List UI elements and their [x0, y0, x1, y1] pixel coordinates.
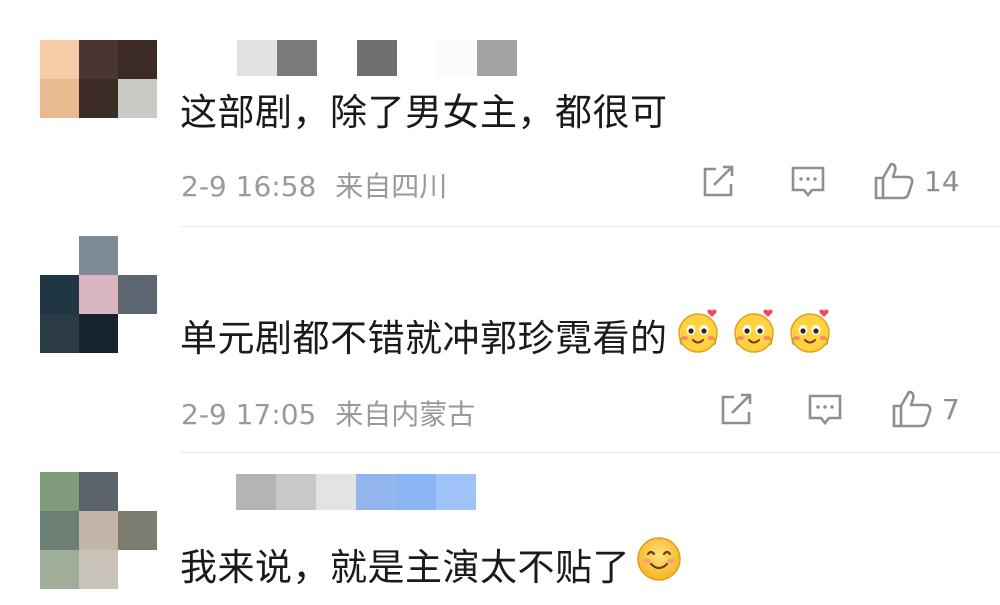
heart-eyes-emoji-icon	[786, 305, 836, 364]
comment-icon	[808, 394, 842, 426]
share-icon	[703, 165, 734, 197]
comment-text-body: 我来说，就是主演太不贴了	[180, 545, 630, 589]
username-blurred[interactable]	[197, 40, 517, 76]
username-mosaic-block	[477, 40, 517, 76]
avatar-pixel	[79, 118, 118, 157]
smile-emoji-icon	[636, 536, 682, 591]
avatar-pixel	[79, 511, 118, 550]
avatar-pixel	[118, 275, 157, 314]
avatar-pixel	[118, 79, 157, 118]
avatar-pixel	[40, 314, 79, 353]
avatar-pixel	[40, 236, 79, 275]
username-mosaic-block	[396, 474, 436, 510]
username-mosaic-block	[276, 474, 316, 510]
avatar-pixel	[79, 275, 118, 314]
heart-eyes-emoji-icon	[674, 305, 724, 364]
avatar-pixel	[118, 236, 157, 275]
avatar-pixel	[79, 472, 118, 511]
comment-meta: 2-9 16:58 来自四川	[181, 165, 447, 205]
comment-button[interactable]	[789, 163, 827, 201]
comment-text: 单元剧都不错就冲郭珍霓看的	[180, 305, 836, 364]
avatar-pixel	[40, 118, 79, 157]
avatar-pixel	[40, 472, 79, 511]
avatar-pixel	[79, 550, 118, 589]
share-button[interactable]	[718, 391, 756, 427]
avatar-pixel	[118, 118, 157, 157]
comment-date: 2-9 16:58	[181, 170, 317, 203]
thumbs-up-icon	[874, 162, 914, 200]
comment-icon	[791, 166, 825, 198]
avatar[interactable]	[40, 472, 157, 589]
comment-text-body: 单元剧都不错就冲郭珍霓看的	[180, 316, 668, 360]
comment-date: 2-9 17:05	[181, 398, 317, 431]
avatar-pixel	[40, 550, 79, 589]
thumbs-up-icon	[892, 390, 932, 428]
avatar[interactable]	[40, 236, 157, 353]
avatar-pixel	[40, 40, 79, 79]
username-mosaic-block	[437, 40, 477, 76]
comment-button[interactable]	[806, 391, 844, 429]
share-button[interactable]	[700, 163, 738, 199]
like-button[interactable]: 7	[890, 388, 960, 430]
username-mosaic-block	[357, 40, 397, 76]
divider	[180, 226, 1000, 227]
avatar-pixel	[79, 236, 118, 275]
like-button[interactable]: 14	[872, 160, 960, 202]
emoji-group	[668, 305, 836, 364]
avatar-pixel	[79, 40, 118, 79]
avatar[interactable]	[40, 40, 157, 157]
username-blurred[interactable]	[236, 474, 476, 510]
avatar-pixel	[118, 314, 157, 353]
like-count: 14	[924, 164, 960, 198]
avatar-pixel	[40, 79, 79, 118]
comment-meta: 2-9 17:05 来自内蒙古	[181, 393, 475, 433]
comment-location: 来自四川	[335, 170, 448, 203]
comment-text: 这部剧，除了男女主，都很可	[180, 91, 668, 134]
avatar-pixel	[118, 550, 157, 589]
username-mosaic-block	[197, 40, 237, 76]
username-mosaic-block	[316, 474, 356, 510]
avatar-pixel	[118, 511, 157, 550]
username-mosaic-block	[436, 474, 476, 510]
share-icon	[721, 393, 752, 425]
comment-location: 来自内蒙古	[335, 398, 476, 431]
username-mosaic-block	[237, 40, 277, 76]
divider	[180, 452, 1000, 453]
username-mosaic-block	[236, 474, 276, 510]
avatar-pixel	[40, 511, 79, 550]
avatar-pixel	[40, 275, 79, 314]
username-mosaic-block	[356, 474, 396, 510]
username-mosaic-block	[317, 40, 357, 76]
comment-text: 我来说，就是主演太不贴了	[180, 536, 682, 591]
like-count: 7	[942, 392, 960, 426]
heart-eyes-emoji-icon	[730, 305, 780, 364]
username-mosaic-block	[397, 40, 437, 76]
username-mosaic-block	[277, 40, 317, 76]
avatar-pixel	[118, 40, 157, 79]
avatar-pixel	[79, 314, 118, 353]
avatar-pixel	[118, 472, 157, 511]
avatar-pixel	[79, 79, 118, 118]
